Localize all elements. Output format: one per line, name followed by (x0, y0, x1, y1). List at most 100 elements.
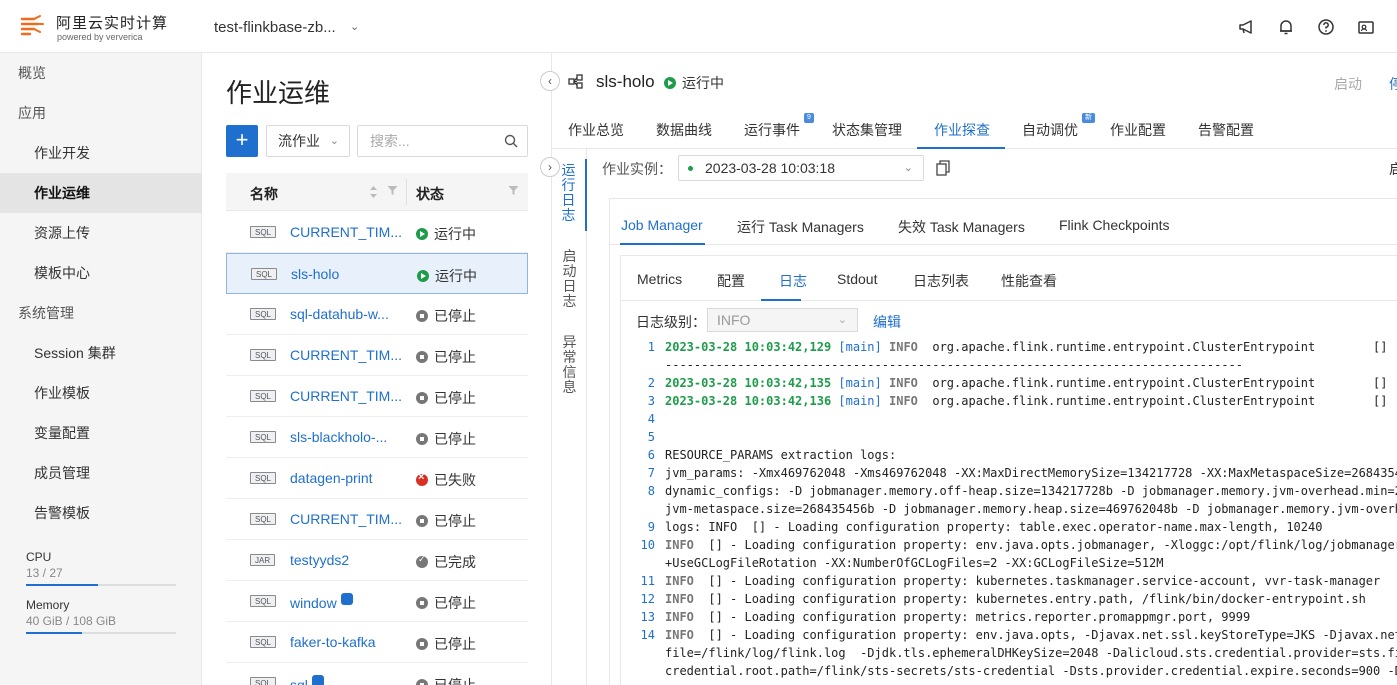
sidebar-item[interactable]: 资源上传 (0, 213, 202, 253)
job-name-link[interactable]: sql-datahub-w... (290, 306, 389, 322)
job-name-link[interactable]: faker-to-kafka (290, 634, 376, 650)
job-name-link[interactable]: CURRENT_TIM... (290, 511, 402, 527)
chevron-down-icon[interactable]: ⌄ (350, 20, 359, 33)
job-type-badge: JAR (250, 554, 276, 566)
table-row[interactable]: JAR testyyds2 已完成 (226, 540, 528, 581)
search-icon[interactable] (504, 134, 518, 148)
add-job-button[interactable]: + (226, 125, 258, 157)
job-name-link[interactable]: CURRENT_TIM... (290, 388, 402, 404)
sidebar-item[interactable]: 作业运维 (0, 173, 202, 213)
table-row[interactable]: SQL CURRENT_TIM... 已停止 (226, 499, 528, 540)
sidebar: 概览 应用 作业开发 作业运维 资源上传 模板中心 系统管理 Session 集群 作业模板 变量… (0, 53, 202, 685)
job-name-link[interactable]: sls-blackholo-... (290, 429, 387, 445)
log-viewer[interactable]: 1 2023-03-28 10:03:42,129 [main] INFO org… (631, 340, 1397, 685)
sidebar-item[interactable]: 概览 (0, 53, 202, 93)
bell-icon[interactable] (1277, 18, 1295, 36)
running-icon (664, 77, 676, 89)
job-name-link[interactable]: sql (290, 675, 324, 685)
log-thread: [main] (838, 394, 882, 408)
start-button[interactable]: 启动 (1334, 74, 1362, 94)
user-card-icon[interactable] (1357, 18, 1375, 36)
job-name-text: sql-datahub-w... (290, 306, 389, 322)
line-number: 6 (647, 448, 655, 462)
cpu-value: 13 / 27 (26, 566, 63, 580)
log-tab[interactable]: 性能查看 (1001, 271, 1057, 291)
edit-button[interactable]: 编辑 (873, 312, 901, 332)
manager-tab[interactable]: Job Manager (621, 217, 703, 233)
job-type-select[interactable]: 流作业 ⌄ (266, 125, 350, 157)
copy-icon[interactable] (936, 160, 950, 176)
sidebar-item[interactable]: 系统管理 (0, 293, 202, 333)
filter-icon[interactable] (387, 185, 398, 196)
table-row[interactable]: SQL datagen-print 已失败 (226, 458, 528, 499)
search-input[interactable]: 搜索... (357, 125, 528, 157)
tab-item[interactable]: 数据曲线 (656, 120, 712, 140)
manager-tab[interactable]: 运行 Task Managers (737, 217, 864, 237)
sidebar-item[interactable]: 模板中心 (0, 253, 202, 293)
instance-select[interactable]: 2023-03-28 10:03:18 ⌄ (678, 155, 924, 181)
side-tab[interactable]: 运行日志 (552, 159, 587, 231)
log-level: INFO (889, 376, 918, 390)
log-level: INFO (665, 628, 694, 642)
sidebar-item[interactable]: 作业模板 (0, 373, 202, 413)
tab-item[interactable]: 作业配置 (1110, 120, 1166, 140)
log-tab[interactable]: 配置 (717, 271, 745, 291)
line-number: 3 (647, 394, 655, 408)
line-number: 7 (647, 466, 655, 480)
log-timestamp: 2023-03-28 10:03:42,135 (665, 376, 832, 390)
tab-item[interactable]: 自动调优 (1022, 120, 1078, 140)
job-name-link[interactable]: sls-holo (291, 266, 339, 282)
job-status-text: 运行中 (434, 226, 476, 242)
job-graph-icon (568, 74, 583, 89)
sidebar-item[interactable]: 告警模板 (0, 493, 202, 533)
sidebar-item[interactable]: 变量配置 (0, 413, 202, 453)
sidebar-item[interactable]: Session 集群 (0, 333, 202, 373)
help-icon[interactable] (1317, 18, 1335, 36)
tab-item[interactable]: 状态集管理 (832, 120, 902, 140)
job-name-link[interactable]: CURRENT_TIM... (290, 224, 402, 240)
manager-tab[interactable]: 失效 Task Managers (898, 217, 1025, 237)
side-tab[interactable]: 启动日志 (552, 245, 587, 317)
log-tab[interactable]: Stdout (837, 271, 877, 287)
side-tab[interactable]: 异常信息 (552, 331, 587, 403)
stop-button[interactable]: 停 (1389, 74, 1397, 94)
table-row[interactable]: SQL sls-blackholo-... 已停止 (226, 417, 528, 458)
job-type-badge: SQL (250, 472, 277, 484)
filter-icon[interactable] (508, 185, 519, 196)
stop-status-icon (416, 351, 428, 363)
job-name-link[interactable]: window (290, 593, 353, 611)
manager-tab[interactable]: Flink Checkpoints (1059, 217, 1170, 233)
tab-item[interactable]: 告警配置 (1198, 120, 1254, 140)
job-name-link[interactable]: testyyds2 (290, 552, 349, 568)
column-name-header[interactable]: 名称 (250, 184, 278, 204)
table-row[interactable]: SQL CURRENT_TIM... 运行中 (226, 212, 528, 253)
table-row[interactable]: SQL window 已停止 (226, 581, 528, 622)
log-tab[interactable]: Metrics (637, 271, 682, 287)
table-header: 名称 状态 (226, 173, 528, 211)
column-status-header[interactable]: 状态 (416, 184, 444, 204)
tab-item[interactable]: 作业总览 (568, 120, 624, 140)
table-row[interactable]: SQL sql-datahub-w... 已停止 (226, 294, 528, 335)
log-tab[interactable]: 日志列表 (913, 271, 969, 291)
log-level-select[interactable]: INFO ⌄ (707, 308, 858, 332)
collapse-list-button[interactable]: ‹ (540, 71, 560, 91)
table-row[interactable]: SQL sls-holo 运行中 (226, 253, 528, 294)
tab-item[interactable]: 作业探查 (934, 120, 990, 140)
stop-status-icon (416, 679, 428, 685)
table-row[interactable]: SQL CURRENT_TIM... 已停止 (226, 376, 528, 417)
job-name-link[interactable]: datagen-print (290, 470, 373, 486)
sidebar-item[interactable]: 作业开发 (0, 133, 202, 173)
flink-logo-icon[interactable] (20, 13, 44, 39)
megaphone-icon[interactable] (1237, 18, 1255, 36)
sidebar-item[interactable]: 应用 (0, 93, 202, 133)
table-row[interactable]: SQL CURRENT_TIM... 已停止 (226, 335, 528, 376)
log-tab[interactable]: 日志 (779, 271, 807, 291)
workspace-selector[interactable]: test-flinkbase-zb... (214, 19, 336, 36)
sidebar-item[interactable]: 成员管理 (0, 453, 202, 493)
sort-icon[interactable] (369, 185, 378, 199)
job-status: 已停止 (416, 388, 476, 408)
tab-item[interactable]: 运行事件 (744, 120, 800, 140)
table-row[interactable]: SQL sql 已停止 (226, 663, 528, 685)
table-row[interactable]: SQL faker-to-kafka 已停止 (226, 622, 528, 663)
job-name-link[interactable]: CURRENT_TIM... (290, 347, 402, 363)
